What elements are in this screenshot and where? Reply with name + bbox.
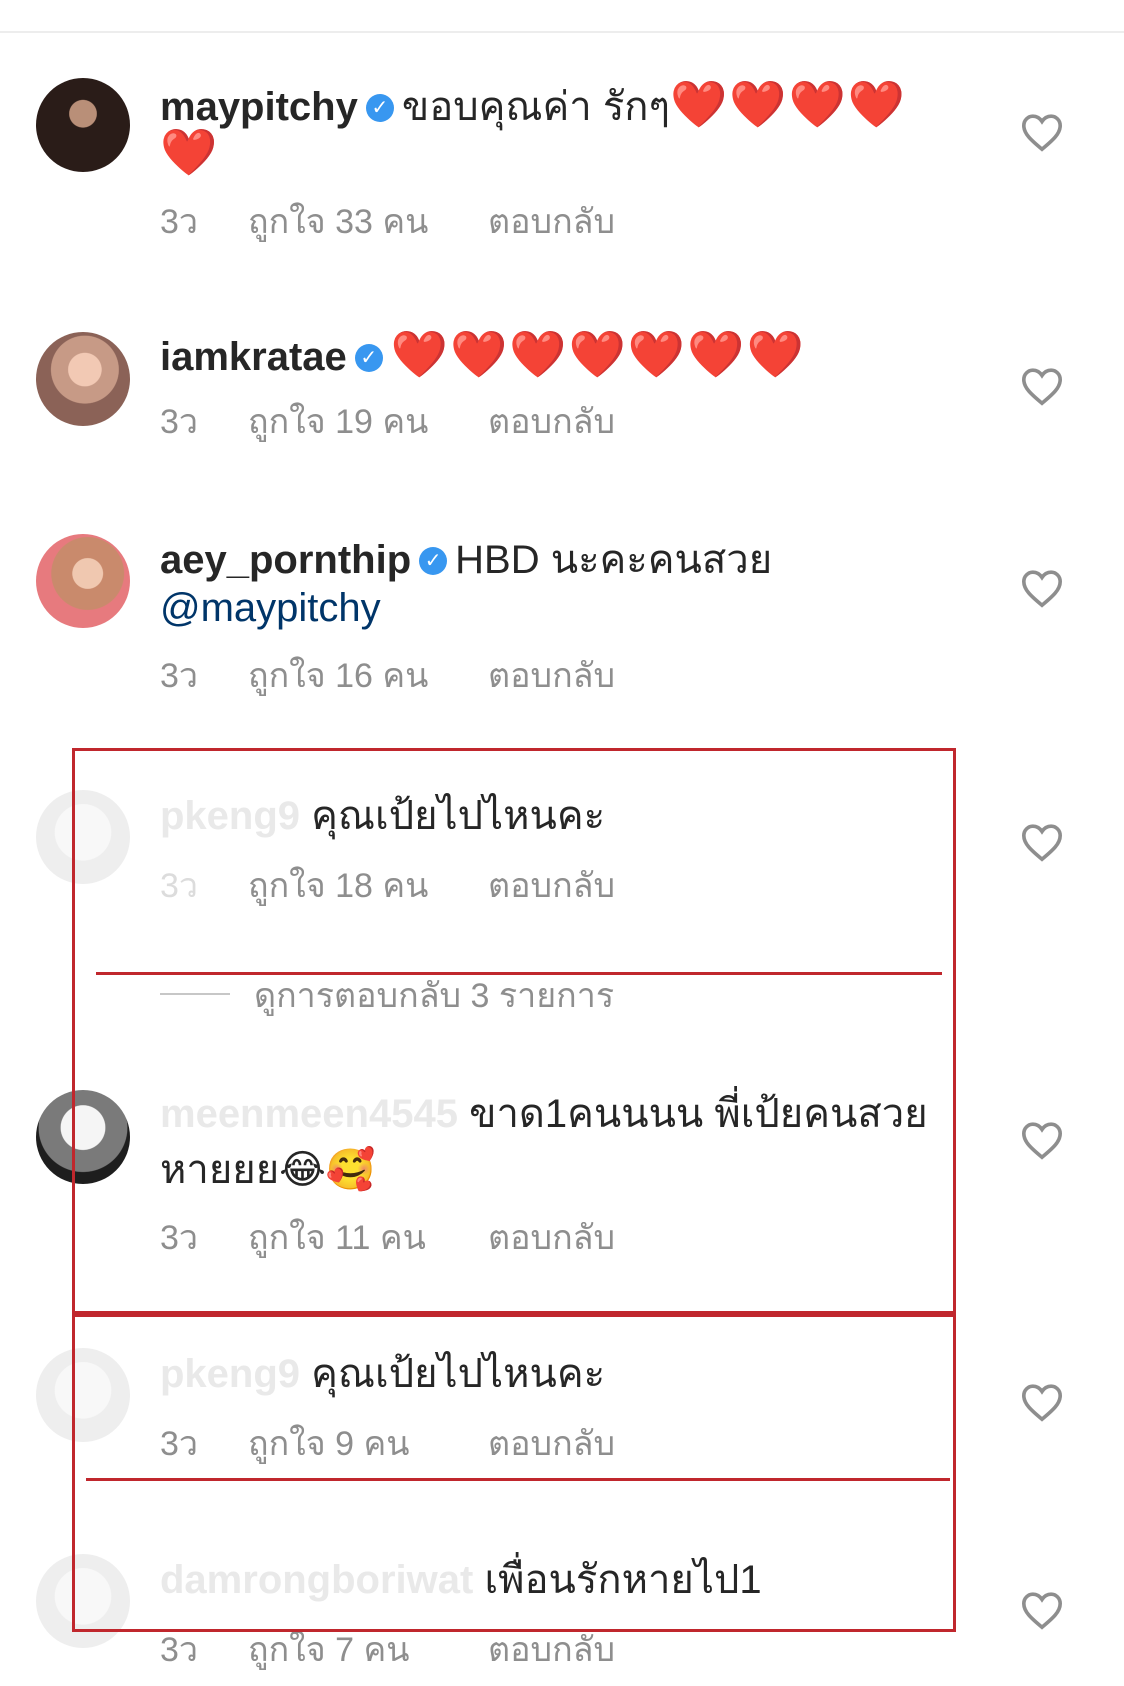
verified-badge-icon: ✓	[419, 547, 448, 575]
heart-emoji: ❤️	[160, 126, 220, 178]
comment-time: 3ว	[160, 203, 199, 241]
mention-link[interactable]: @maypitchy	[160, 586, 381, 630]
comment-body-line2: ❤️	[160, 128, 974, 179]
heart-outline-icon	[1021, 114, 1063, 152]
heart-outline-icon	[1021, 1592, 1063, 1630]
comment-time: 3ว	[160, 1631, 199, 1669]
like-button[interactable]	[1020, 1590, 1064, 1630]
heart-outline-icon	[1021, 570, 1063, 608]
comment-body: iamkratae ✓ ❤️❤️❤️❤️❤️❤️❤️	[160, 330, 974, 381]
reply-button[interactable]: ตอบกลับ	[488, 1630, 615, 1670]
verified-badge-icon: ✓	[365, 94, 394, 122]
like-button[interactable]	[1020, 1382, 1064, 1422]
like-button[interactable]	[1020, 568, 1064, 608]
username[interactable]: iamkratae	[160, 335, 347, 379]
annotation-line	[86, 1478, 950, 1481]
heart-outline-icon	[1021, 824, 1063, 862]
comment-text: HBD นะคะคนสวย	[455, 538, 773, 582]
like-button[interactable]	[1020, 366, 1064, 406]
annotation-box	[72, 748, 956, 1314]
heart-outline-icon	[1021, 368, 1063, 406]
comment-body-line2: @maypitchy	[160, 584, 974, 632]
comment-body: aey_pornthip ✓ HBD นะคะคนสวย	[160, 536, 974, 584]
reply-button[interactable]: ตอบกลับ	[488, 202, 615, 242]
avatar[interactable]	[36, 332, 130, 426]
like-button[interactable]	[1020, 822, 1064, 862]
avatar[interactable]	[36, 78, 130, 172]
heart-emoji: ❤️❤️❤️❤️	[670, 78, 908, 130]
comment-meta: 3ว ถูกใจ 33 คน ตอบกลับ	[160, 202, 615, 242]
comment-likes[interactable]: ถูกใจ 33 คน	[248, 202, 488, 242]
top-divider	[0, 31, 1124, 33]
comment-likes[interactable]: ถูกใจ 19 คน	[248, 402, 488, 442]
username[interactable]: aey_pornthip	[160, 538, 411, 582]
avatar[interactable]	[36, 534, 130, 628]
comment-meta: 3ว ถูกใจ 19 คน ตอบกลับ	[160, 402, 615, 442]
comment-time: 3ว	[160, 403, 199, 441]
annotation-line	[96, 972, 942, 975]
verified-badge-icon: ✓	[354, 344, 383, 372]
heart-outline-icon	[1021, 1122, 1063, 1160]
comment-likes[interactable]: ถูกใจ 7 คน	[248, 1630, 488, 1670]
comment-text: ขอบคุณค่า รักๆ	[401, 85, 671, 129]
heart-emoji: ❤️❤️❤️❤️❤️❤️❤️	[390, 328, 806, 380]
comment-likes[interactable]: ถูกใจ 16 คน	[248, 656, 488, 696]
comment-time: 3ว	[160, 657, 199, 695]
like-button[interactable]	[1020, 112, 1064, 152]
heart-outline-icon	[1021, 1384, 1063, 1422]
username[interactable]: maypitchy	[160, 85, 358, 129]
comment-meta: 3ว ถูกใจ 7 คน ตอบกลับ	[160, 1630, 615, 1670]
reply-button[interactable]: ตอบกลับ	[488, 656, 615, 696]
reply-button[interactable]: ตอบกลับ	[488, 402, 615, 442]
annotation-box	[72, 1314, 956, 1632]
comment-meta: 3ว ถูกใจ 16 คน ตอบกลับ	[160, 656, 615, 696]
comment-body: maypitchy ✓ ขอบคุณค่า รักๆ❤️❤️❤️❤️	[160, 80, 974, 131]
like-button[interactable]	[1020, 1120, 1064, 1160]
